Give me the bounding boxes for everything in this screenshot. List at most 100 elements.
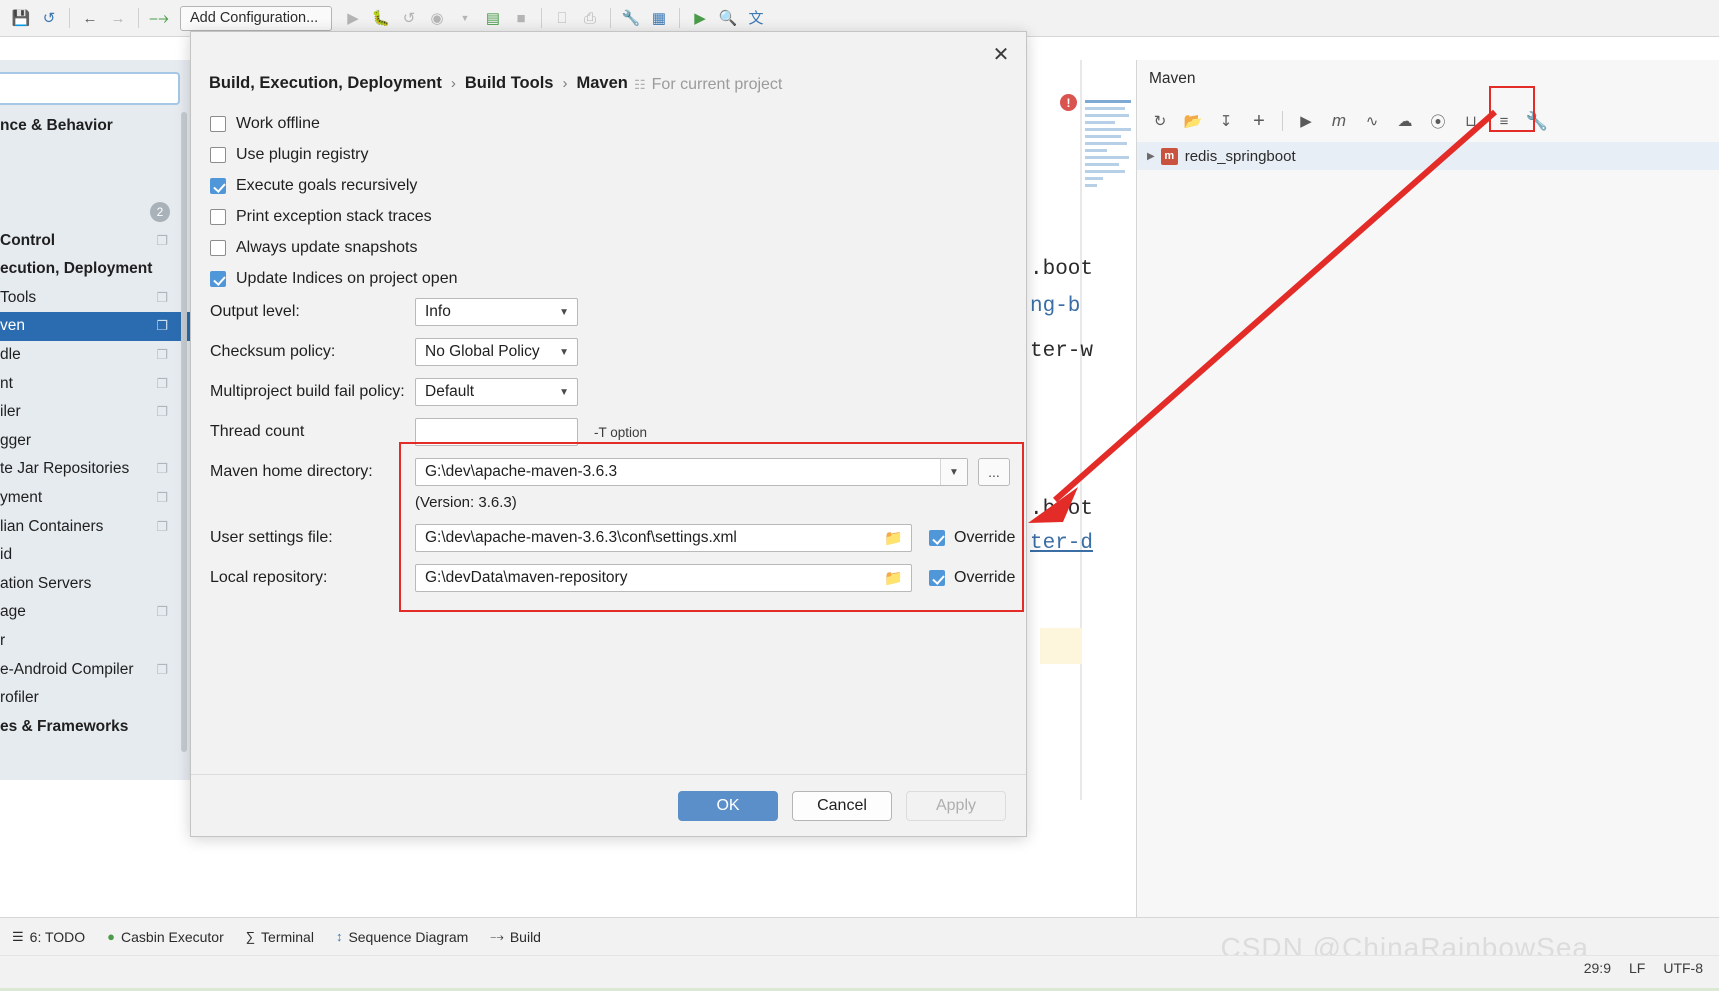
chevron-down-icon[interactable]: ▼ — [940, 459, 967, 485]
sync-device-icon[interactable]: ⎙ — [577, 5, 603, 31]
sidebar-item-id[interactable]: id — [0, 541, 190, 570]
run-icon[interactable]: ▶ — [1291, 107, 1321, 135]
cancel-button[interactable]: Cancel — [792, 790, 892, 821]
sidebar-item-ecution-deployment[interactable]: ecution, Deployment — [0, 255, 190, 284]
chevron-down-icon[interactable]: ▼ — [452, 5, 478, 31]
save-icon[interactable]: 💾 — [8, 5, 34, 31]
status-item-build[interactable]: ⤍ Build — [490, 929, 541, 945]
sidebar-item-rofiler[interactable]: rofiler — [0, 684, 190, 713]
checksum-policy-select[interactable]: No Global Policy ▼ — [415, 338, 578, 366]
caret-position[interactable]: 29:9 — [1584, 960, 1611, 976]
sidebar-item-nce-behavior[interactable]: nce & Behavior — [0, 112, 190, 141]
copy-settings-icon[interactable]: ❐ — [156, 404, 168, 420]
stop-build-icon[interactable]: ▤ — [480, 5, 506, 31]
maven-home-browse-button[interactable]: ... — [978, 458, 1010, 486]
multiproject-policy-select[interactable]: Default ▼ — [415, 378, 578, 406]
structure-icon[interactable]: ▦ — [646, 5, 672, 31]
back-arrow-icon[interactable]: ← — [77, 5, 103, 31]
wrench-icon[interactable]: 🔧 — [618, 5, 644, 31]
file-encoding[interactable]: UTF-8 — [1663, 960, 1703, 976]
translate-icon[interactable]: 文 — [743, 5, 769, 31]
sidebar-item-ven[interactable]: ven ❐ — [0, 312, 190, 341]
status-item-sequence-diagram[interactable]: ↕ Sequence Diagram — [336, 929, 468, 945]
user-settings-input[interactable]: G:\dev\apache-maven-3.6.3\conf\settings.… — [415, 524, 912, 552]
terminal-icon[interactable]: ▶ — [687, 5, 713, 31]
copy-settings-icon[interactable]: ❐ — [156, 461, 168, 477]
checkbox-work-offline[interactable]: Work offline — [210, 115, 320, 133]
user-settings-override-checkbox[interactable]: Override — [929, 529, 1015, 547]
breadcrumb-part-2[interactable]: Build Tools — [465, 74, 554, 93]
status-item-terminal[interactable]: ∑ Terminal — [246, 929, 314, 945]
copy-settings-icon[interactable]: ❐ — [156, 290, 168, 306]
maven-home-combo[interactable]: G:\dev\apache-maven-3.6.3 ▼ — [415, 458, 968, 486]
settings-search-input[interactable] — [0, 72, 180, 105]
reload-icon[interactable]: ↻ — [1145, 107, 1175, 135]
plus-icon[interactable]: + — [1244, 107, 1274, 135]
sidebar-item-ation-servers[interactable]: ation Servers — [0, 570, 190, 599]
run-icon[interactable]: ▶ — [340, 5, 366, 31]
stop-icon[interactable]: ■ — [508, 5, 534, 31]
sidebar-item-blank-2[interactable] — [0, 169, 190, 198]
build-hammer-icon[interactable]: ⤍ — [146, 5, 172, 31]
folder-icon[interactable]: 📁 — [884, 529, 903, 547]
sidebar-item-lian-containers[interactable]: lian Containers ❐ — [0, 512, 190, 541]
copy-settings-icon[interactable]: ❐ — [156, 347, 168, 363]
run-with-coverage-icon[interactable]: ↺ — [396, 5, 422, 31]
add-folder-icon[interactable]: 📂 — [1178, 107, 1208, 135]
copy-settings-icon[interactable]: ❐ — [156, 490, 168, 506]
sidebar-item-nt[interactable]: nt ❐ — [0, 369, 190, 398]
checkbox-box[interactable] — [210, 116, 226, 132]
execute-icon[interactable]: ⦿ — [1423, 107, 1453, 135]
sidebar-item-blank-3[interactable]: 2 — [0, 198, 190, 227]
skip-tests-icon[interactable]: ∿ — [1357, 107, 1387, 135]
sidebar-item-r[interactable]: r — [0, 627, 190, 656]
sidebar-item-e-android-compiler[interactable]: e-Android Compiler ❐ — [0, 655, 190, 684]
sidebar-item-te-jar-repositories[interactable]: te Jar Repositories ❐ — [0, 455, 190, 484]
sidebar-item-control[interactable]: Control ❐ — [0, 226, 190, 255]
sidebar-item-yment[interactable]: yment ❐ — [0, 484, 190, 513]
ok-button[interactable]: OK — [678, 790, 778, 821]
checkbox-box[interactable] — [210, 178, 226, 194]
download-sources-icon[interactable]: ↧ — [1211, 107, 1241, 135]
breadcrumb-part-1[interactable]: Build, Execution, Deployment — [209, 74, 442, 93]
add-configuration-button[interactable]: Add Configuration... — [180, 5, 332, 31]
status-item-todo[interactable]: ☰ 6: TODO — [12, 929, 85, 945]
copy-settings-icon[interactable]: ❐ — [156, 604, 168, 620]
close-icon[interactable]: ✕ — [986, 40, 1016, 70]
breadcrumb-part-3[interactable]: Maven — [576, 74, 627, 93]
checkbox-box[interactable] — [210, 147, 226, 163]
local-repository-input[interactable]: G:\devData\maven-repository 📁 — [415, 564, 912, 592]
sidebar-scrollbar[interactable] — [181, 112, 187, 752]
maven-project-row[interactable]: ▶ m redis_springboot — [1137, 142, 1719, 170]
sidebar-item-blank-1[interactable] — [0, 141, 190, 170]
checkbox-box[interactable] — [929, 530, 945, 546]
checkbox-always-update-snapshots[interactable]: Always update snapshots — [210, 239, 417, 257]
sidebar-item-gger[interactable]: gger — [0, 427, 190, 456]
device-icon[interactable]: ⎕ — [549, 5, 575, 31]
forward-arrow-icon[interactable]: → — [105, 5, 131, 31]
copy-settings-icon[interactable]: ❐ — [156, 233, 168, 249]
m-icon[interactable]: m — [1324, 107, 1354, 135]
checkbox-box[interactable] — [210, 271, 226, 287]
sidebar-item-iler[interactable]: iler ❐ — [0, 398, 190, 427]
copy-settings-icon[interactable]: ❐ — [156, 662, 168, 678]
local-repository-override-checkbox[interactable]: Override — [929, 569, 1015, 587]
search-icon[interactable]: 🔍 — [715, 5, 741, 31]
checkbox-update-indices-on-project-open[interactable]: Update Indices on project open — [210, 270, 457, 288]
sidebar-item-tools[interactable]: Tools ❐ — [0, 284, 190, 313]
copy-settings-icon[interactable]: ❐ — [156, 318, 168, 334]
thread-count-input[interactable] — [415, 418, 578, 446]
profile-icon[interactable]: ◉ — [424, 5, 450, 31]
sidebar-item-dle[interactable]: dle ❐ — [0, 341, 190, 370]
checkbox-box[interactable] — [210, 209, 226, 225]
folder-icon[interactable]: 📁 — [884, 569, 903, 587]
checkbox-box[interactable] — [929, 570, 945, 586]
debug-icon[interactable]: 🐛 — [368, 5, 394, 31]
chevron-right-icon[interactable]: ▶ — [1147, 151, 1155, 162]
checkbox-execute-goals-recursively[interactable]: Execute goals recursively — [210, 177, 417, 195]
copy-settings-icon[interactable]: ❐ — [156, 519, 168, 535]
line-separator[interactable]: LF — [1629, 960, 1645, 976]
checkbox-box[interactable] — [210, 240, 226, 256]
checkbox-print-exception-stack-traces[interactable]: Print exception stack traces — [210, 208, 432, 226]
sync-icon[interactable]: ↺ — [36, 5, 62, 31]
